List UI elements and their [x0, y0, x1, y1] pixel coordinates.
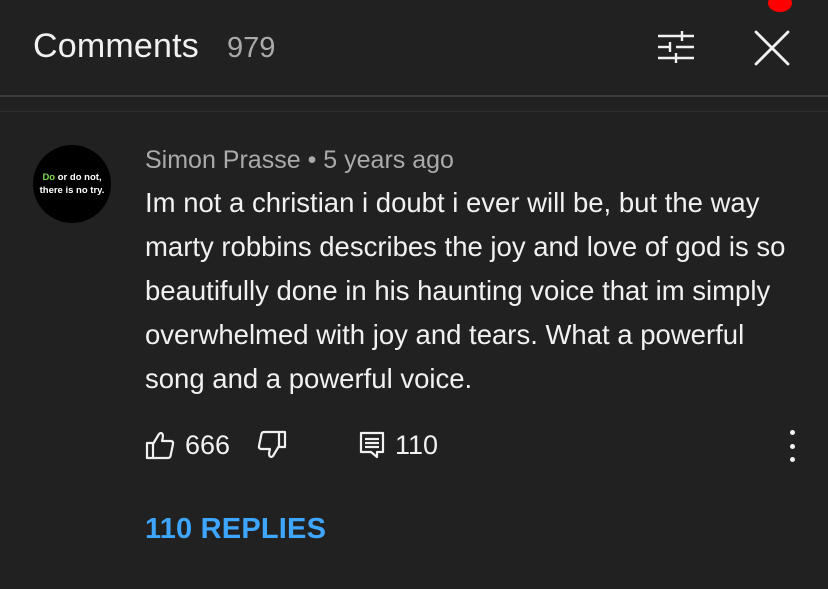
- avatar-line-2: there is no try.: [39, 185, 105, 196]
- close-icon: [754, 30, 790, 66]
- sort-filter-button[interactable]: [654, 27, 698, 67]
- header-spacer: [0, 97, 828, 112]
- reply-button[interactable]: 110: [359, 425, 438, 465]
- view-replies-button[interactable]: 110 REPLIES: [145, 513, 326, 546]
- comments-count: 979: [227, 32, 276, 64]
- comments-header: Comments 979: [0, 0, 828, 96]
- comment-body: Simon Prasse • 5 years ago Im not a chri…: [145, 143, 805, 401]
- reply-count: 110: [395, 429, 439, 460]
- comment-icon: [359, 431, 385, 459]
- thumbs-down-icon: [257, 430, 287, 459]
- comment-time[interactable]: 5 years ago: [323, 146, 454, 174]
- more-options-icon-dot: [789, 443, 795, 449]
- avatar-line-1: Do or do not,: [42, 172, 102, 183]
- close-button[interactable]: [750, 26, 794, 70]
- dislike-button[interactable]: [257, 425, 287, 465]
- avatar[interactable]: Do or do not, there is no try.: [33, 145, 111, 223]
- like-button[interactable]: 666: [145, 425, 230, 465]
- comment-actions: 666 110: [145, 425, 805, 465]
- more-options-button[interactable]: [778, 430, 806, 462]
- meta-separator: •: [307, 146, 317, 174]
- comment-author[interactable]: Simon Prasse: [145, 146, 301, 174]
- more-options-icon-dot: [789, 457, 795, 462]
- like-count: 666: [185, 429, 231, 460]
- comment-meta: Simon Prasse • 5 years ago: [145, 143, 805, 177]
- thumbs-up-icon: [145, 431, 175, 460]
- comment-text: Im not a christian i doubt i ever will b…: [145, 187, 786, 394]
- comments-title: Comments: [33, 27, 199, 65]
- more-options-icon-dot: [789, 430, 795, 435]
- sliders-icon: [658, 31, 694, 63]
